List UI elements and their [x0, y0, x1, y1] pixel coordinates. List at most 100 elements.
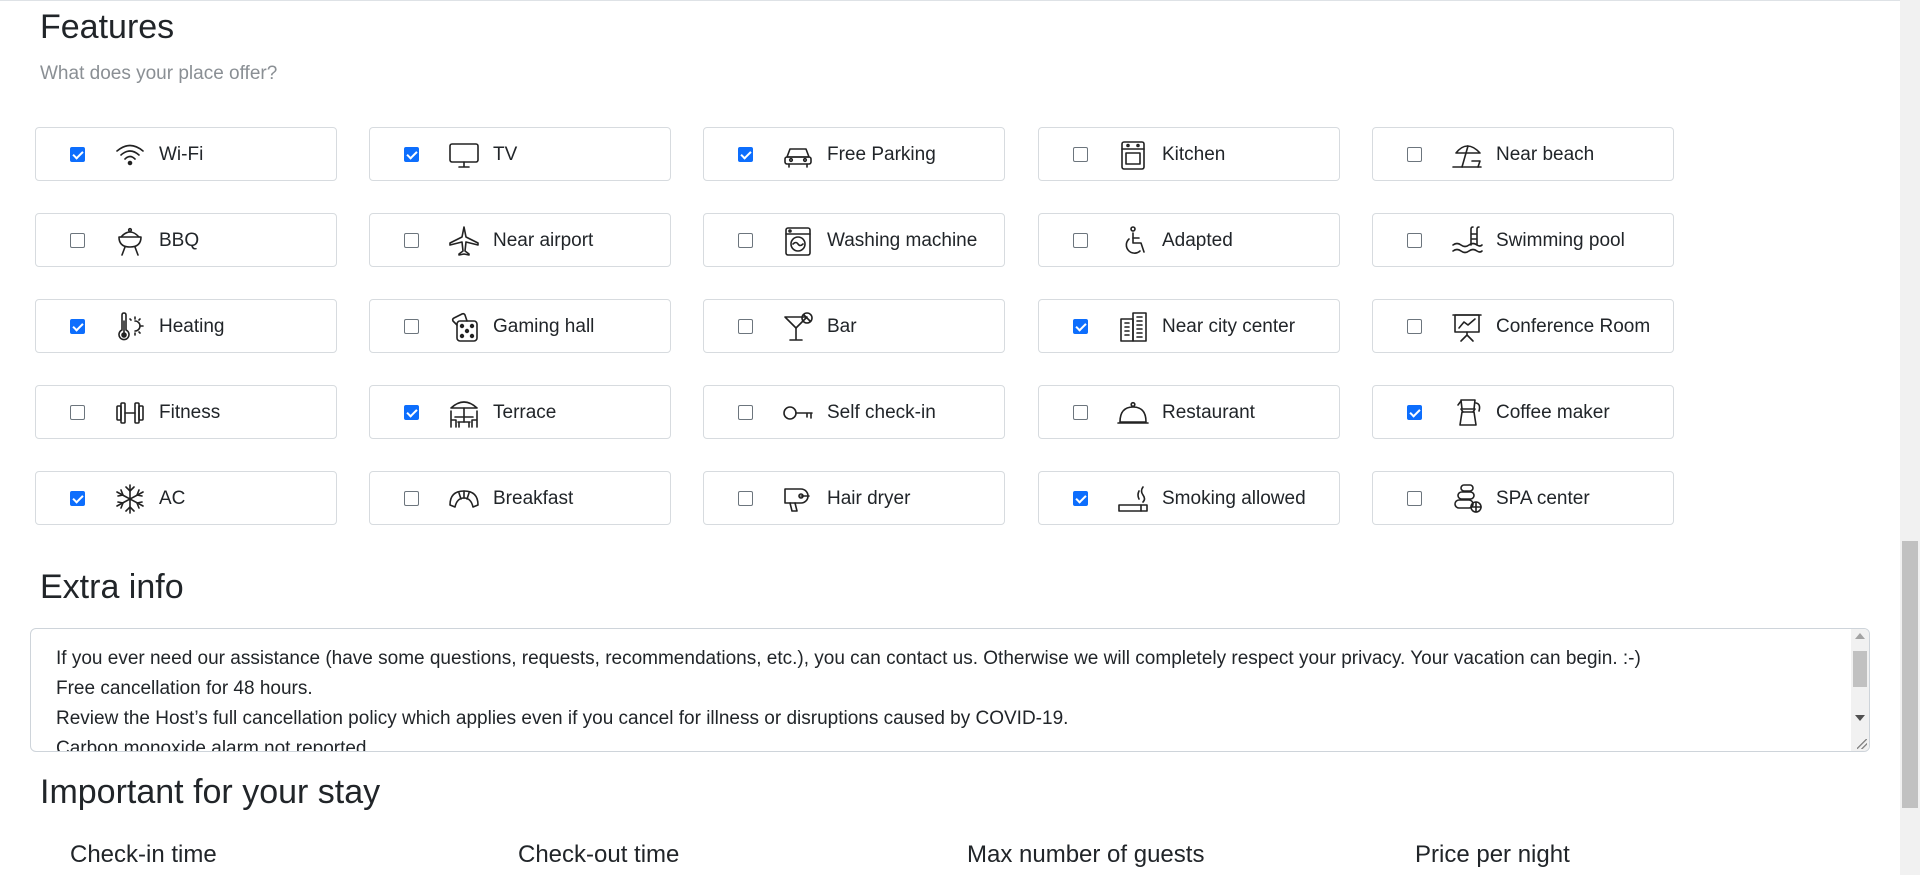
feature-label: Near beach: [1496, 144, 1595, 165]
feature-label: Restaurant: [1162, 402, 1255, 423]
feature-checkbox[interactable]: [404, 233, 419, 248]
wheelchair-icon: [1116, 225, 1150, 257]
feature-checkbox[interactable]: [1407, 319, 1422, 334]
feature-checkbox[interactable]: [1073, 491, 1088, 506]
feature-label: Adapted: [1162, 230, 1233, 251]
feature-checkbox[interactable]: [1073, 147, 1088, 162]
presentation-icon: [1450, 311, 1484, 343]
scroll-down-icon[interactable]: [1855, 715, 1865, 721]
feature-checkbox[interactable]: [1073, 233, 1088, 248]
feature-option[interactable]: Smoking allowed: [1038, 471, 1340, 525]
extra-info-line: Review the Host’s full cancellation poli…: [56, 708, 1069, 729]
feature-option[interactable]: Bar: [703, 299, 1005, 353]
feature-option[interactable]: Near city center: [1038, 299, 1340, 353]
feature-option[interactable]: Hair dryer: [703, 471, 1005, 525]
car-icon: [781, 139, 815, 171]
feature-option[interactable]: Kitchen: [1038, 127, 1340, 181]
thermometer-icon: [113, 311, 147, 343]
feature-checkbox[interactable]: [1407, 147, 1422, 162]
feature-checkbox[interactable]: [70, 233, 85, 248]
extra-info-text: If you ever need our assistance (have so…: [56, 644, 1839, 752]
feature-label: Terrace: [493, 402, 557, 423]
feature-option[interactable]: Breakfast: [369, 471, 671, 525]
extra-info-line: If you ever need our assistance (have so…: [56, 648, 1641, 669]
feature-option[interactable]: Adapted: [1038, 213, 1340, 267]
extra-info-line: Carbon monoxide alarm not reported: [56, 738, 367, 752]
max-guests-label: Max number of guests: [967, 841, 1205, 868]
check-out-time-label: Check-out time: [518, 841, 680, 868]
feature-checkbox[interactable]: [1073, 319, 1088, 334]
feature-checkbox[interactable]: [738, 233, 753, 248]
feature-checkbox[interactable]: [404, 319, 419, 334]
feature-label: SPA center: [1496, 488, 1590, 509]
feature-checkbox[interactable]: [70, 491, 85, 506]
page-scroll-thumb[interactable]: [1902, 541, 1918, 808]
feature-label: Near city center: [1162, 316, 1296, 337]
feature-option[interactable]: Wi-Fi: [35, 127, 337, 181]
feature-option[interactable]: TV: [369, 127, 671, 181]
airplane-icon: [447, 225, 481, 257]
feature-label: Near airport: [493, 230, 594, 251]
feature-label: Coffee maker: [1496, 402, 1610, 423]
feature-label: Free Parking: [827, 144, 936, 165]
feature-label: Fitness: [159, 402, 221, 423]
features-title: Features: [40, 8, 175, 46]
textarea-scroll-thumb[interactable]: [1853, 651, 1867, 687]
feature-option[interactable]: Near beach: [1372, 127, 1674, 181]
feature-checkbox[interactable]: [738, 405, 753, 420]
feature-option[interactable]: Swimming pool: [1372, 213, 1674, 267]
price-per-night-label: Price per night: [1415, 841, 1570, 868]
feature-checkbox[interactable]: [70, 319, 85, 334]
tv-icon: [447, 139, 481, 171]
feature-checkbox[interactable]: [70, 147, 85, 162]
feature-option[interactable]: Heating: [35, 299, 337, 353]
stove-icon: [1116, 139, 1150, 171]
feature-checkbox[interactable]: [738, 319, 753, 334]
extra-info-title: Extra info: [40, 568, 184, 606]
feature-label: AC: [159, 488, 186, 509]
feature-checkbox[interactable]: [1073, 405, 1088, 420]
feature-option[interactable]: Restaurant: [1038, 385, 1340, 439]
feature-checkbox[interactable]: [404, 147, 419, 162]
important-title: Important for your stay: [40, 773, 381, 811]
feature-option[interactable]: Gaming hall: [369, 299, 671, 353]
feature-checkbox[interactable]: [1407, 491, 1422, 506]
resize-handle-icon[interactable]: [1857, 739, 1867, 749]
feature-option[interactable]: Self check-in: [703, 385, 1005, 439]
beach-umbrella-icon: [1450, 139, 1484, 171]
textarea-scrollbar[interactable]: [1851, 629, 1869, 751]
extra-info-textarea[interactable]: If you ever need our assistance (have so…: [30, 628, 1870, 752]
feature-label: Gaming hall: [493, 316, 595, 337]
feature-option[interactable]: Terrace: [369, 385, 671, 439]
feature-option[interactable]: AC: [35, 471, 337, 525]
feature-checkbox[interactable]: [738, 147, 753, 162]
feature-option[interactable]: SPA center: [1372, 471, 1674, 525]
feature-label: Self check-in: [827, 402, 936, 423]
feature-checkbox[interactable]: [70, 405, 85, 420]
feature-checkbox[interactable]: [738, 491, 753, 506]
feature-label: Breakfast: [493, 488, 574, 509]
feature-label: Kitchen: [1162, 144, 1226, 165]
feature-option[interactable]: Free Parking: [703, 127, 1005, 181]
scroll-up-icon[interactable]: [1855, 633, 1865, 639]
page-content: Features What does your place offer? Wi-…: [0, 0, 1900, 875]
check-in-time-label: Check-in time: [70, 841, 217, 868]
feature-checkbox[interactable]: [404, 491, 419, 506]
feature-option[interactable]: Near airport: [369, 213, 671, 267]
feature-option[interactable]: Fitness: [35, 385, 337, 439]
feature-option[interactable]: Conference Room: [1372, 299, 1674, 353]
feature-label: Smoking allowed: [1162, 488, 1306, 509]
feature-option[interactable]: Washing machine: [703, 213, 1005, 267]
feature-label: Conference Room: [1496, 316, 1651, 337]
features-subtitle: What does your place offer?: [40, 63, 278, 84]
feature-checkbox[interactable]: [1407, 405, 1422, 420]
croissant-icon: [447, 483, 481, 515]
feature-option[interactable]: BBQ: [35, 213, 337, 267]
feature-checkbox[interactable]: [1407, 233, 1422, 248]
extra-info-line: Free cancellation for 48 hours.: [56, 678, 313, 699]
feature-checkbox[interactable]: [404, 405, 419, 420]
feature-label: Wi-Fi: [159, 144, 204, 165]
feature-label: Swimming pool: [1496, 230, 1625, 251]
feature-option[interactable]: Coffee maker: [1372, 385, 1674, 439]
page-scrollbar[interactable]: [1900, 0, 1920, 875]
